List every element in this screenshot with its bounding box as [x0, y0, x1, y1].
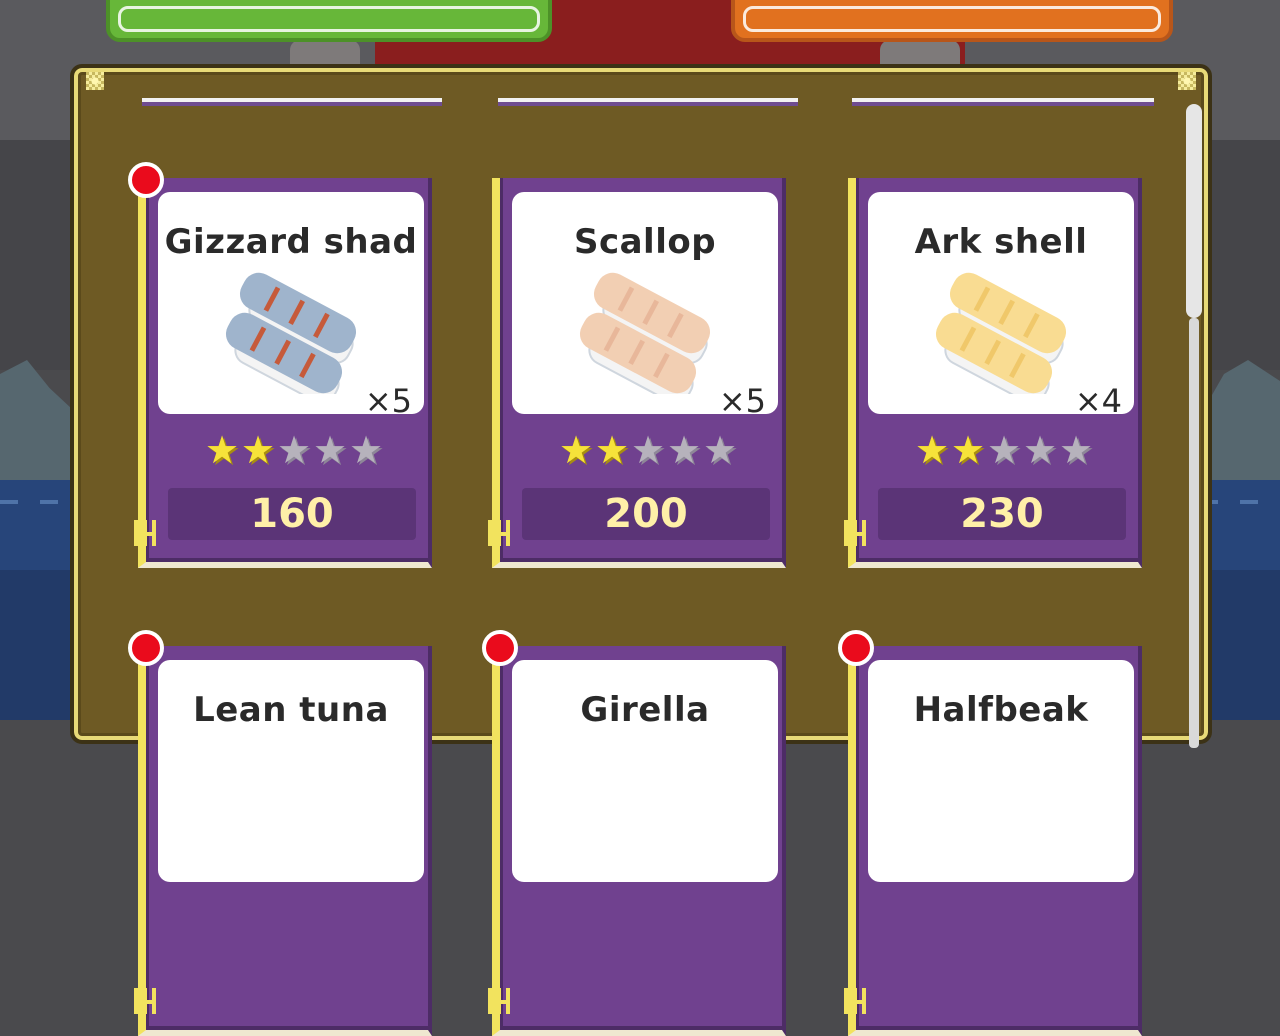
sushi-card[interactable]: Halfbeak: [838, 630, 1142, 1036]
sushi-card[interactable]: Ark shell ×4 ★ ★ ★ ★ ★ 230: [844, 178, 1142, 568]
sushi-price: 160: [250, 491, 334, 537]
rarity-stars: ★ ★ ★ ★ ★: [914, 428, 1094, 472]
star-icon: ★: [630, 428, 666, 472]
new-dot-icon: [128, 162, 164, 198]
new-dot-icon: [128, 630, 164, 666]
star-icon: ★: [558, 428, 594, 472]
rarity-stars: ★ ★ ★ ★ ★: [558, 428, 738, 472]
fork-icon: [134, 498, 156, 546]
star-icon: ★: [986, 428, 1022, 472]
sushi-name: Halfbeak: [913, 690, 1089, 730]
lantern-right: [880, 40, 960, 64]
category-divider-2: [498, 98, 798, 106]
rarity-stars: ★ ★ ★ ★ ★: [204, 428, 384, 472]
sushi-name: Girella: [580, 690, 710, 730]
lantern-left: [290, 40, 360, 64]
card-image-area: Scallop ×5: [512, 192, 778, 420]
scrollbar-thumb[interactable]: [1186, 104, 1202, 318]
card-image-area: Ark shell ×4: [868, 192, 1134, 420]
sushi-name: Gizzard shad: [164, 222, 418, 262]
star-icon: ★: [666, 428, 702, 472]
card-image-area: Girella: [512, 660, 778, 882]
scrollbar-track[interactable]: [1189, 318, 1199, 748]
top-orange-button[interactable]: [731, 0, 1173, 42]
fork-icon: [844, 966, 866, 1014]
new-dot-icon: [482, 630, 518, 666]
sushi-price: 200: [604, 491, 688, 537]
card-image-area: Gizzard shad ×5: [158, 192, 424, 420]
star-icon: ★: [914, 428, 950, 472]
category-divider-1: [142, 98, 442, 106]
star-icon: ★: [1058, 428, 1094, 472]
card-image-area: Lean tuna: [158, 660, 424, 882]
fork-icon: [134, 966, 156, 1014]
sushi-quantity: ×5: [364, 382, 412, 420]
rock-right: [1200, 360, 1280, 500]
sushi-name: Ark shell: [914, 222, 1088, 262]
star-icon: ★: [348, 428, 384, 472]
star-icon: ★: [594, 428, 630, 472]
sushi-icon: [935, 272, 1067, 394]
sushi-card[interactable]: Scallop ×5 ★ ★ ★ ★ ★ 200: [488, 178, 786, 568]
sushi-name: Scallop: [573, 222, 717, 262]
button-inner-border: [118, 6, 540, 32]
star-icon: ★: [312, 428, 348, 472]
sushi-icon: [225, 272, 357, 394]
star-icon: ★: [240, 428, 276, 472]
fork-icon: [488, 498, 510, 546]
sushi-card[interactable]: Girella: [482, 630, 786, 1036]
category-divider-3: [852, 98, 1154, 106]
new-dot-icon: [838, 630, 874, 666]
corner-ornament-icon: [1178, 72, 1196, 90]
sushi-name: Lean tuna: [193, 690, 389, 730]
sushi-quantity: ×4: [1074, 382, 1122, 420]
card-image-area: Halfbeak: [868, 660, 1134, 882]
sushi-card[interactable]: Lean tuna: [128, 630, 432, 1036]
price-box: 160: [168, 488, 416, 540]
star-icon: ★: [276, 428, 312, 472]
sushi-icon: [579, 272, 711, 394]
star-icon: ★: [702, 428, 738, 472]
fork-icon: [488, 966, 510, 1014]
sushi-card[interactable]: Gizzard shad ×5 ★ ★ ★ ★ ★ 160: [128, 162, 432, 568]
star-icon: ★: [204, 428, 240, 472]
button-inner-border: [743, 6, 1161, 32]
price-box: 230: [878, 488, 1126, 540]
price-box: 200: [522, 488, 770, 540]
top-green-button[interactable]: [106, 0, 552, 42]
star-icon: ★: [950, 428, 986, 472]
fork-icon: [844, 498, 866, 546]
sushi-quantity: ×5: [718, 382, 766, 420]
star-icon: ★: [1022, 428, 1058, 472]
corner-ornament-icon: [86, 72, 104, 90]
sushi-price: 230: [960, 491, 1044, 537]
